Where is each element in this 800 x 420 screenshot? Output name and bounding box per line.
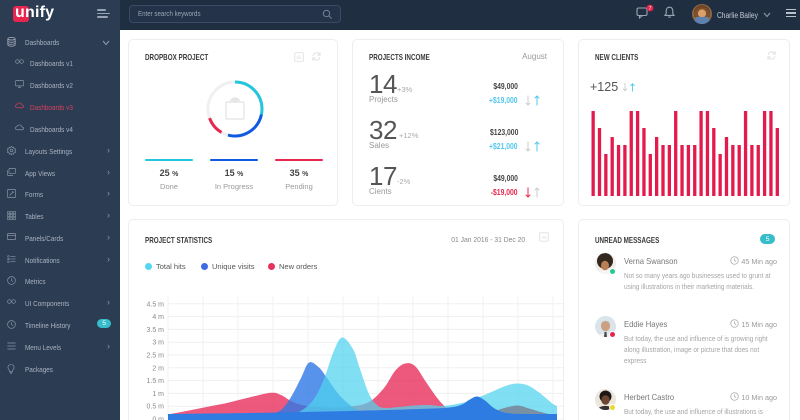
svg-text:4 m: 4 m: [152, 314, 164, 321]
svg-text:1 m: 1 m: [152, 391, 164, 398]
svg-text:0.5 m: 0.5 m: [146, 404, 164, 411]
svg-text:2 m: 2 m: [152, 365, 164, 372]
svg-text:1.5 m: 1.5 m: [146, 378, 164, 385]
svg-text:3 m: 3 m: [152, 340, 164, 347]
svg-text:0 m: 0 m: [152, 417, 164, 420]
svg-text:4.5 m: 4.5 m: [146, 301, 164, 308]
svg-text:2.5 m: 2.5 m: [146, 353, 164, 360]
svg-text:3.5 m: 3.5 m: [146, 327, 164, 334]
svg-text:45: 45: [541, 235, 547, 240]
svg-text:7: 7: [649, 6, 652, 12]
